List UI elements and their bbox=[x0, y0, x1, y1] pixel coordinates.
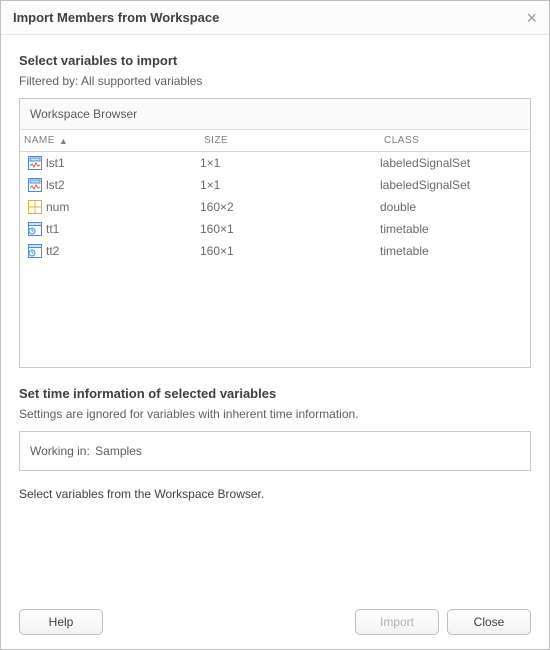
filter-value: All supported variables bbox=[81, 74, 202, 88]
timetable-icon bbox=[26, 222, 44, 236]
variable-size: 160×2 bbox=[200, 200, 380, 214]
variable-size: 1×1 bbox=[200, 156, 380, 170]
table-body: lst11×1labeledSignalSetlst21×1labeledSig… bbox=[20, 152, 530, 262]
select-variables-heading: Select variables to import bbox=[19, 53, 531, 68]
column-header-size[interactable]: SIZE bbox=[200, 135, 380, 146]
dialog-content: Select variables to import Filtered by: … bbox=[1, 35, 549, 595]
import-button: Import bbox=[355, 609, 439, 635]
hint-text: Select variables from the Workspace Brow… bbox=[19, 487, 531, 501]
variable-class: timetable bbox=[380, 222, 530, 236]
time-panel: Working in: Samples bbox=[19, 431, 531, 471]
variable-class: timetable bbox=[380, 244, 530, 258]
table-row[interactable]: num160×2double bbox=[20, 196, 530, 218]
workspace-browser-panel: Workspace Browser NAME ▲ SIZE CLASS lst1… bbox=[19, 98, 531, 368]
dialog-title: Import Members from Workspace bbox=[13, 10, 219, 25]
variable-size: 160×1 bbox=[200, 222, 380, 236]
table-row[interactable]: lst11×1labeledSignalSet bbox=[20, 152, 530, 174]
button-bar: Help Import Close bbox=[1, 595, 549, 649]
variable-size: 1×1 bbox=[200, 178, 380, 192]
variable-class: labeledSignalSet bbox=[380, 178, 530, 192]
column-header-name[interactable]: NAME ▲ bbox=[20, 135, 200, 146]
signalset-icon bbox=[26, 156, 44, 170]
table-row[interactable]: tt1160×1timetable bbox=[20, 218, 530, 240]
spacer bbox=[19, 505, 531, 595]
numeric-icon bbox=[26, 200, 44, 214]
table-row[interactable]: tt2160×1timetable bbox=[20, 240, 530, 262]
working-in-value: Samples bbox=[95, 444, 142, 458]
close-icon[interactable]: × bbox=[524, 7, 539, 29]
signalset-icon bbox=[26, 178, 44, 192]
time-section-heading: Set time information of selected variabl… bbox=[19, 386, 531, 401]
filter-text: Filtered by: All supported variables bbox=[19, 74, 531, 88]
close-button[interactable]: Close bbox=[447, 609, 531, 635]
time-section-note: Settings are ignored for variables with … bbox=[19, 407, 531, 421]
import-dialog: Import Members from Workspace × Select v… bbox=[0, 0, 550, 650]
variable-name: num bbox=[44, 200, 200, 214]
workspace-browser-table: NAME ▲ SIZE CLASS lst11×1labeledSignalSe… bbox=[20, 130, 530, 262]
table-header-row: NAME ▲ SIZE CLASS bbox=[20, 130, 530, 152]
workspace-browser-title: Workspace Browser bbox=[20, 99, 530, 130]
help-button[interactable]: Help bbox=[19, 609, 103, 635]
variable-name: tt2 bbox=[44, 244, 200, 258]
table-row[interactable]: lst21×1labeledSignalSet bbox=[20, 174, 530, 196]
variable-name: lst2 bbox=[44, 178, 200, 192]
variable-class: double bbox=[380, 200, 530, 214]
working-in-label: Working in: bbox=[30, 444, 90, 458]
column-header-class[interactable]: CLASS bbox=[380, 135, 530, 146]
variable-class: labeledSignalSet bbox=[380, 156, 530, 170]
titlebar: Import Members from Workspace × bbox=[1, 1, 549, 35]
column-header-name-label: NAME bbox=[24, 135, 55, 146]
variable-name: lst1 bbox=[44, 156, 200, 170]
variable-name: tt1 bbox=[44, 222, 200, 236]
filter-prefix: Filtered by: bbox=[19, 74, 78, 88]
timetable-icon bbox=[26, 244, 44, 258]
variable-size: 160×1 bbox=[200, 244, 380, 258]
sort-ascending-icon: ▲ bbox=[59, 136, 68, 146]
